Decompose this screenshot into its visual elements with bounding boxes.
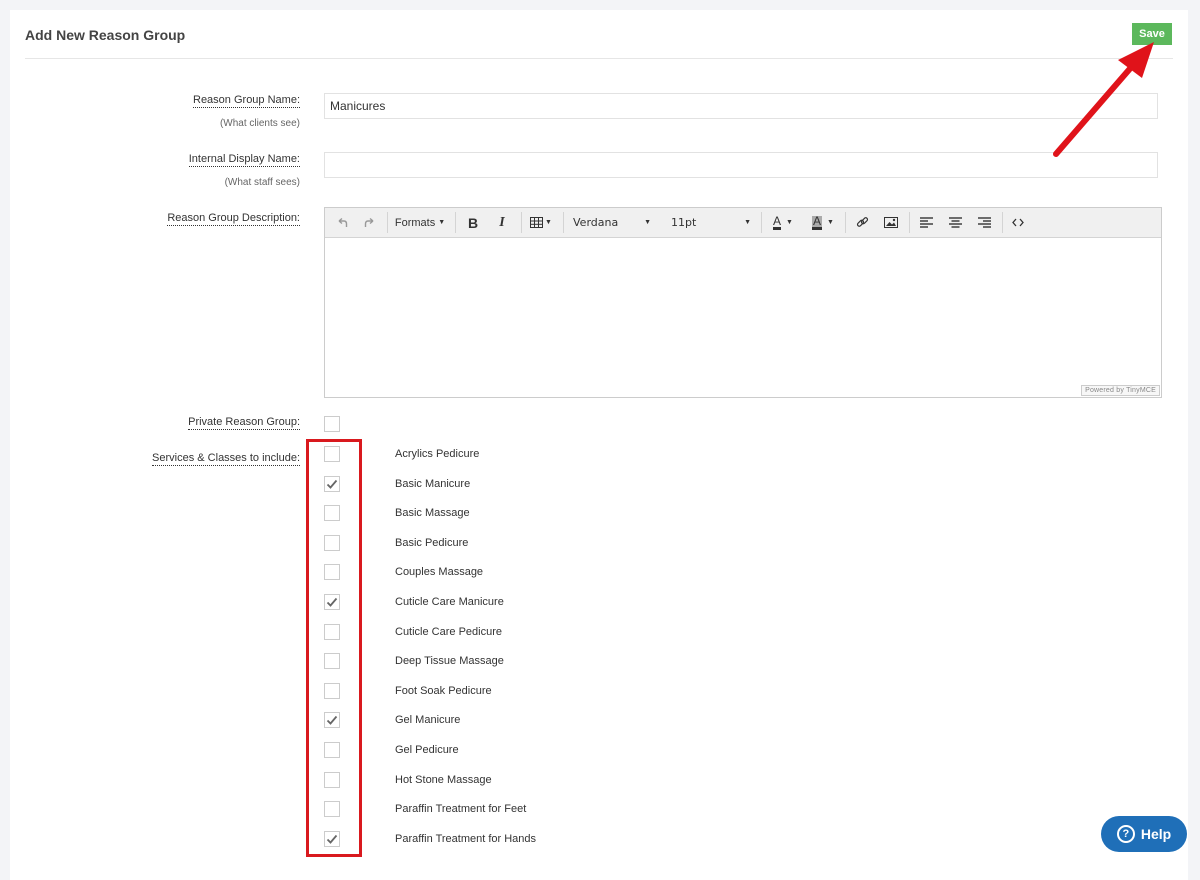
service-label: Cuticle Care Pedicure — [395, 625, 502, 638]
service-label: Foot Soak Pedicure — [395, 684, 492, 697]
image-icon[interactable] — [878, 208, 904, 237]
toolbar-separator — [1002, 212, 1003, 233]
reason-group-description-label: Reason Group Description: — [167, 212, 300, 226]
background-color-icon: A — [812, 213, 823, 230]
toolbar-separator — [521, 212, 522, 233]
service-checkbox[interactable] — [324, 594, 340, 610]
service-checkbox[interactable] — [324, 564, 340, 581]
checkmark-icon — [326, 716, 338, 726]
service-label: Basic Massage — [395, 507, 470, 520]
service-checkbox[interactable] — [324, 801, 340, 818]
undo-icon[interactable] — [331, 208, 353, 237]
text-color-icon: A — [773, 213, 782, 230]
chevron-down-icon: ▼ — [644, 219, 651, 226]
chevron-down-icon: ▼ — [545, 219, 552, 226]
editor-content-area[interactable] — [325, 238, 1161, 388]
help-button[interactable]: ? Help — [1101, 816, 1187, 852]
service-label: Paraffin Treatment for Feet — [395, 803, 527, 816]
service-checkbox[interactable] — [324, 682, 340, 699]
toolbar-separator — [845, 212, 846, 233]
checkmark-icon — [326, 834, 338, 844]
italic-icon[interactable]: I — [490, 208, 514, 237]
reason-group-name-label: Reason Group Name: — [193, 94, 300, 108]
source-code-icon[interactable] — [1005, 208, 1031, 237]
chevron-down-icon: ▼ — [744, 219, 751, 226]
service-label: Cuticle Care Manicure — [395, 596, 504, 608]
save-button[interactable]: Save — [1132, 23, 1172, 45]
service-checkbox[interactable] — [324, 712, 340, 729]
font-family-select[interactable]: Verdana ▼ — [567, 208, 657, 237]
text-color-button[interactable]: A ▼ — [765, 208, 801, 237]
page-title: Add New Reason Group — [25, 27, 186, 43]
chevron-down-icon: ▼ — [438, 219, 446, 226]
private-reason-group-checkbox[interactable] — [324, 416, 340, 432]
description-editor: Formats ▼ B I ▼ Verdana ▼ 11pt ▼ A ▼ A ▼ — [324, 207, 1162, 398]
title-divider — [25, 58, 1173, 59]
service-checkbox[interactable] — [324, 446, 340, 462]
reason-group-name-hint: (What clients see) — [219, 118, 300, 129]
service-label: Gel Pedicure — [395, 744, 459, 756]
align-left-icon[interactable] — [913, 208, 939, 237]
font-size-value: 11pt — [671, 216, 697, 229]
toolbar-separator — [563, 212, 564, 233]
service-checkbox[interactable] — [324, 653, 340, 670]
align-right-icon[interactable] — [971, 208, 997, 237]
reason-group-name-input[interactable] — [324, 93, 1158, 119]
private-reason-group-label: Private Reason Group: — [188, 416, 300, 430]
formats-label: Formats — [394, 216, 436, 229]
align-center-icon[interactable] — [942, 208, 968, 237]
service-label: Deep Tissue Massage — [395, 655, 504, 668]
internal-display-name-label: Internal Display Name: — [188, 153, 300, 167]
service-checkbox[interactable] — [324, 623, 340, 640]
font-size-select[interactable]: 11pt ▼ — [665, 208, 757, 237]
service-label: Hot Stone Massage — [395, 773, 492, 786]
service-checkbox[interactable] — [324, 742, 340, 758]
service-label: Gel Manicure — [395, 714, 461, 727]
font-family-value: Verdana — [573, 216, 619, 229]
editor-toolbar: Formats ▼ B I ▼ Verdana ▼ 11pt ▼ A ▼ A ▼ — [325, 208, 1161, 238]
toolbar-separator — [455, 212, 456, 233]
formats-dropdown[interactable]: Formats ▼ — [391, 208, 449, 237]
service-checkbox[interactable] — [324, 534, 340, 551]
service-checkbox[interactable] — [324, 830, 340, 847]
redo-icon[interactable] — [359, 208, 381, 237]
bold-icon[interactable]: B — [461, 208, 485, 237]
link-icon[interactable] — [849, 208, 875, 237]
help-icon: ? — [1116, 825, 1135, 843]
service-checkbox[interactable] — [324, 771, 340, 788]
service-label: Acrylics Pedicure — [395, 448, 480, 460]
service-label: Paraffin Treatment for Hands — [395, 832, 537, 845]
table-icon[interactable]: ▼ — [525, 208, 557, 237]
powered-by-tinymce[interactable]: Powered by TinyMCE — [1081, 385, 1160, 396]
chevron-down-icon: ▼ — [786, 219, 793, 226]
service-label: Basic Manicure — [395, 477, 471, 490]
service-label: Basic Pedicure — [395, 536, 469, 549]
background-color-button[interactable]: A ▼ — [805, 208, 841, 237]
service-checkbox[interactable] — [324, 475, 340, 492]
form-panel — [10, 10, 1188, 880]
toolbar-separator — [909, 212, 910, 233]
checkmark-icon — [326, 597, 338, 607]
toolbar-separator — [387, 212, 388, 233]
chevron-down-icon: ▼ — [827, 219, 834, 226]
checkmark-icon — [326, 479, 338, 489]
internal-display-name-hint: (What staff sees) — [224, 177, 300, 188]
internal-display-name-input[interactable] — [324, 152, 1158, 178]
services-classes-label: Services & Classes to include: — [152, 452, 300, 466]
service-checkbox[interactable] — [324, 505, 340, 522]
toolbar-separator — [761, 212, 762, 233]
service-label: Couples Massage — [395, 566, 484, 579]
help-label: Help — [1140, 826, 1172, 842]
